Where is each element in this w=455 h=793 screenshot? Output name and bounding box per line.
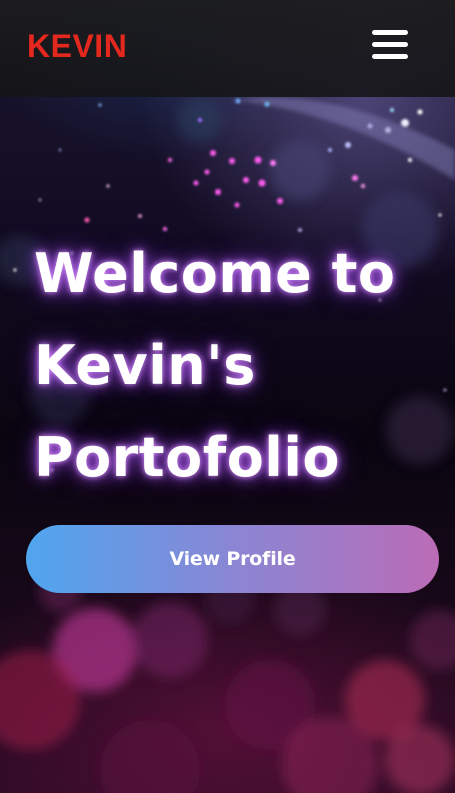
- hamburger-menu-button[interactable]: [372, 29, 409, 61]
- brand-logo[interactable]: KEVIN: [27, 26, 127, 66]
- hero-title: Welcome to Kevin's Portofolio: [34, 228, 444, 504]
- hero-title-line-1: Welcome to: [34, 242, 396, 305]
- page: KEVIN Welcome to Kevin's Portofolio View…: [0, 0, 455, 793]
- hero-title-line-2: Kevin's: [34, 334, 256, 397]
- view-profile-button[interactable]: View Profile: [26, 525, 439, 593]
- top-navbar: KEVIN: [0, 0, 455, 97]
- hero-title-line-3: Portofolio: [34, 426, 340, 489]
